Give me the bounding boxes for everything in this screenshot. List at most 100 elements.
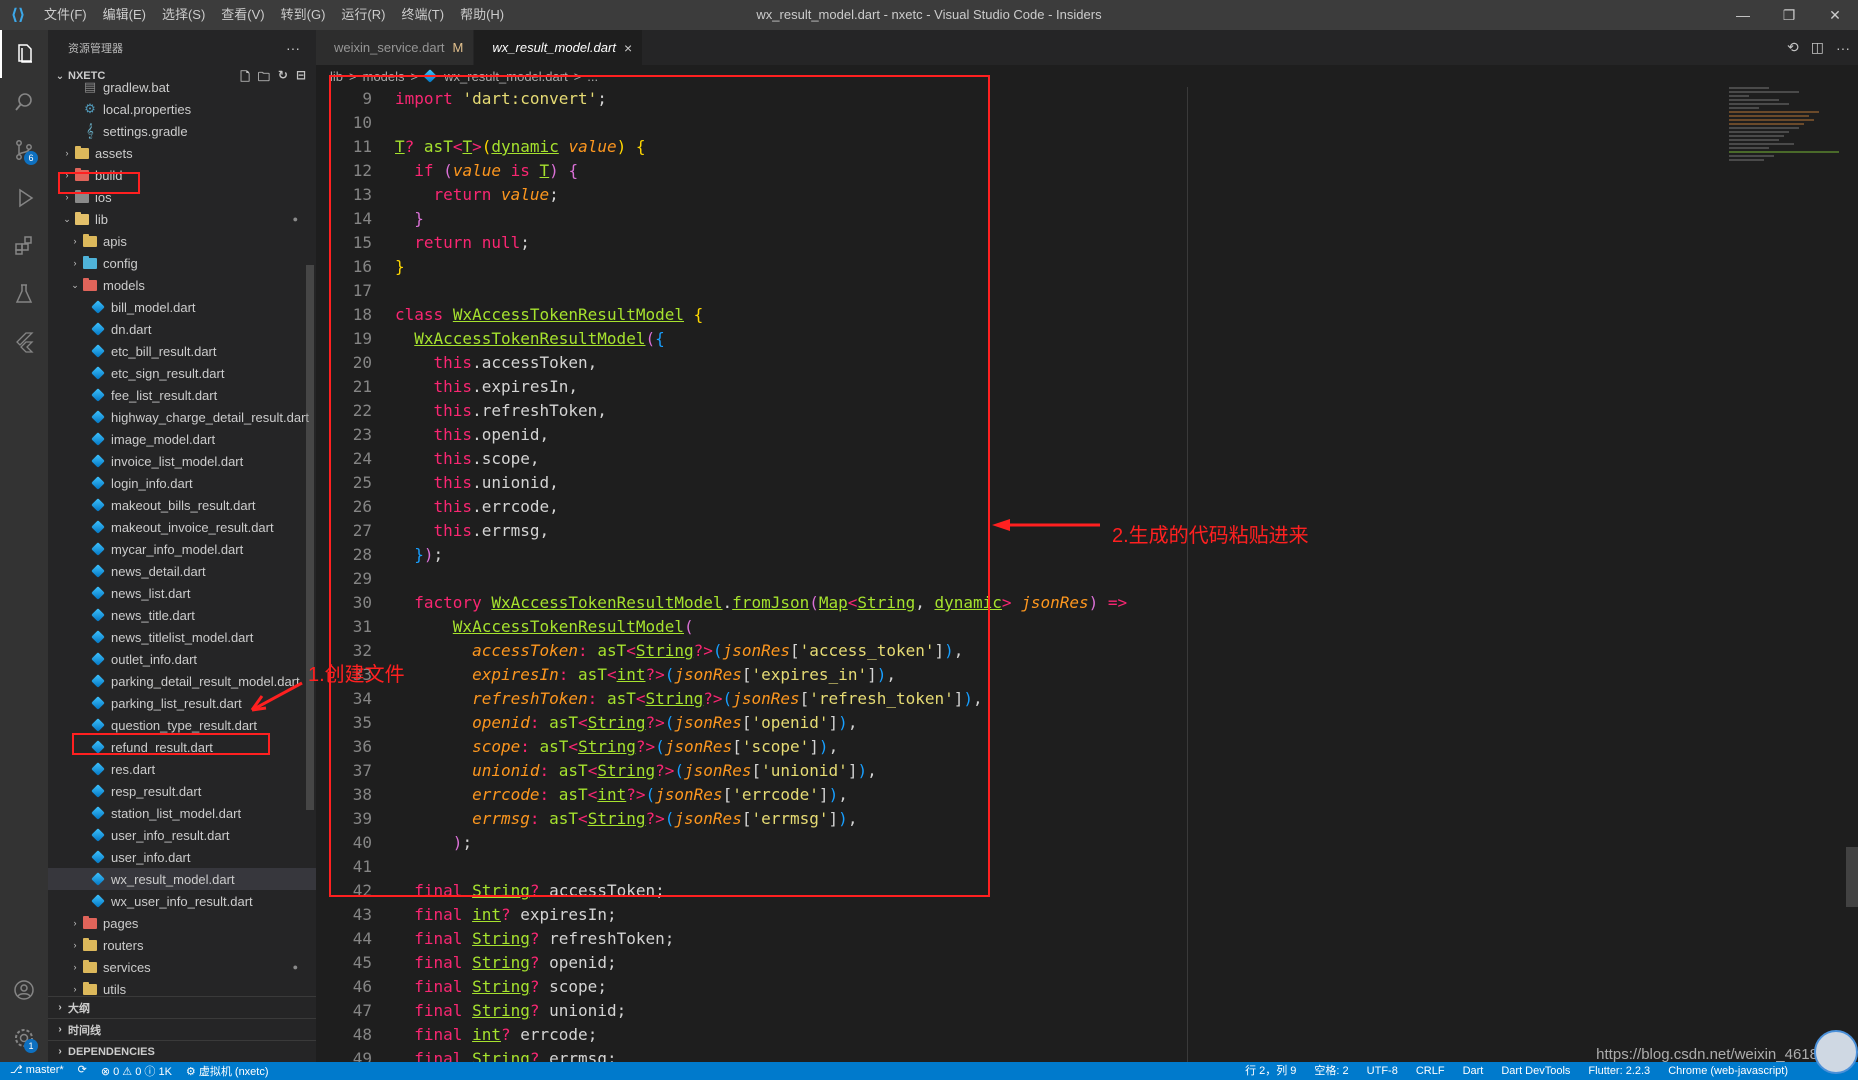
device-selector[interactable]: Chrome (web-javascript)	[1668, 1062, 1788, 1080]
tree-item[interactable]: outlet_info.dart	[48, 648, 316, 670]
tree-item[interactable]: news_titlelist_model.dart	[48, 626, 316, 648]
tree-item[interactable]: makeout_invoice_result.dart	[48, 516, 316, 538]
timeline-history-icon[interactable]: ⟲	[1787, 39, 1799, 56]
account-icon[interactable]	[0, 966, 48, 1014]
tree-item-label: etc_sign_result.dart	[111, 365, 225, 381]
tree-item[interactable]: › config	[48, 252, 316, 274]
tree-item-label: apis	[103, 233, 127, 249]
tree-item[interactable]: news_title.dart	[48, 604, 316, 626]
tree-item[interactable]: ▤ gradlew.bat	[48, 76, 316, 98]
editor-scrollbar[interactable]	[1846, 847, 1858, 907]
menu-item[interactable]: 运行(R)	[333, 0, 393, 30]
tree-item[interactable]: › routers	[48, 934, 316, 956]
dart-file-icon	[90, 498, 106, 512]
tree-item[interactable]: › utils	[48, 978, 316, 996]
more-actions-icon[interactable]: ···	[1836, 40, 1850, 56]
tree-item-label: mycar_info_model.dart	[111, 541, 244, 557]
more-actions-icon[interactable]: ···	[286, 40, 300, 56]
tree-item[interactable]: › assets	[48, 142, 316, 164]
tree-item[interactable]: ⌄ lib ●	[48, 208, 316, 230]
tree-item[interactable]: highway_charge_detail_result.dart	[48, 406, 316, 428]
dart-file-icon	[90, 322, 106, 336]
annotation-step1: 1.创建文件	[308, 664, 405, 686]
explorer-title: 资源管理器	[68, 42, 123, 55]
close-tab-icon[interactable]: ×	[624, 40, 632, 56]
search-icon[interactable]	[0, 78, 48, 126]
tree-item[interactable]: › apis	[48, 230, 316, 252]
run-debug-icon[interactable]	[0, 174, 48, 222]
sync-icon[interactable]: ⟳	[78, 1063, 87, 1079]
language-mode[interactable]: Dart	[1463, 1062, 1484, 1080]
menu-item[interactable]: 查看(V)	[213, 0, 272, 30]
menu-item[interactable]: 选择(S)	[154, 0, 213, 30]
menu-item[interactable]: 转到(G)	[273, 0, 334, 30]
tab-wx-result-model[interactable]: wx_result_model.dart ×	[474, 30, 644, 65]
tree-item[interactable]: etc_bill_result.dart	[48, 340, 316, 362]
tree-item[interactable]: 𝄞 settings.gradle	[48, 120, 316, 142]
menu-item[interactable]: 文件(F)	[36, 0, 95, 30]
tree-item-label: dn.dart	[111, 321, 152, 337]
flutter-icon[interactable]	[0, 318, 48, 366]
dart-devtools[interactable]: Dart DevTools	[1501, 1062, 1570, 1080]
restore-icon[interactable]: ❐	[1766, 0, 1812, 30]
tree-item[interactable]: bill_model.dart	[48, 296, 316, 318]
tree-item[interactable]: mycar_info_model.dart	[48, 538, 316, 560]
menu-item[interactable]: 终端(T)	[393, 0, 452, 30]
tree-item[interactable]: fee_list_result.dart	[48, 384, 316, 406]
tree-item[interactable]: dn.dart	[48, 318, 316, 340]
problems-status[interactable]: ⊗ 0 ⚠ 0 ⓘ 1K	[101, 1063, 172, 1079]
tree-item[interactable]: user_info.dart	[48, 846, 316, 868]
file-tree: ▤ gradlew.bat ⚙ local.properties 𝄞 settings.g…	[48, 76, 316, 996]
testing-flask-icon[interactable]	[0, 270, 48, 318]
flutter-version[interactable]: Flutter: 2.2.3	[1588, 1062, 1650, 1080]
tree-item-label: station_list_model.dart	[111, 805, 242, 821]
tree-item[interactable]: res.dart	[48, 758, 316, 780]
tree-item[interactable]: user_info_result.dart	[48, 824, 316, 846]
gradle-icon: 𝄞	[86, 123, 94, 138]
sidebar-section[interactable]: › 时间线	[48, 1018, 316, 1040]
tree-item-label: pages	[103, 915, 139, 931]
tree-item[interactable]: ⌄ models	[48, 274, 316, 296]
branch-status[interactable]: ⎇ master*	[10, 1063, 64, 1079]
tree-item[interactable]: invoice_list_model.dart	[48, 450, 316, 472]
source-control-icon[interactable]: 6	[0, 126, 48, 174]
tree-item[interactable]: wx_user_info_result.dart	[48, 890, 316, 912]
tree-item[interactable]: › services ●	[48, 956, 316, 978]
tree-item[interactable]: parking_detail_result_model.dart	[48, 670, 316, 692]
tree-item[interactable]: wx_result_model.dart	[48, 868, 316, 890]
settings-gear-icon[interactable]: 1	[0, 1014, 48, 1062]
tree-item[interactable]: › pages	[48, 912, 316, 934]
tree-item[interactable]: news_detail.dart	[48, 560, 316, 582]
chevron-right-icon: ›	[73, 962, 77, 972]
split-editor-icon[interactable]: ◫	[1811, 39, 1824, 56]
tree-item[interactable]: image_model.dart	[48, 428, 316, 450]
tree-item[interactable]: etc_sign_result.dart	[48, 362, 316, 384]
end-of-line[interactable]: CRLF	[1416, 1062, 1445, 1080]
sidebar-scrollbar[interactable]	[306, 265, 314, 810]
tree-item[interactable]: news_list.dart	[48, 582, 316, 604]
tree-item[interactable]: resp_result.dart	[48, 780, 316, 802]
tree-item[interactable]: station_list_model.dart	[48, 802, 316, 824]
highlight-lib-folder	[58, 172, 140, 194]
extensions-icon[interactable]	[0, 222, 48, 270]
indentation[interactable]: 空格: 2	[1314, 1062, 1348, 1080]
tree-item-label: login_info.dart	[111, 475, 193, 491]
explorer-icon[interactable]	[0, 30, 48, 78]
chevron-right-icon: ›	[73, 258, 77, 268]
sidebar-section[interactable]: › 大纲	[48, 996, 316, 1018]
cursor-position[interactable]: 行 2，列 9	[1245, 1062, 1296, 1080]
tree-item[interactable]: parking_list_result.dart	[48, 692, 316, 714]
menu-item[interactable]: 帮助(H)	[452, 0, 512, 30]
dart-file-icon	[90, 520, 106, 534]
tree-item[interactable]: makeout_bills_result.dart	[48, 494, 316, 516]
sidebar-section[interactable]: › DEPENDENCIES	[48, 1040, 316, 1062]
encoding[interactable]: UTF-8	[1367, 1062, 1398, 1080]
minimap[interactable]	[1729, 87, 1849, 227]
vm-status[interactable]: ⚙ 虚拟机 (nxetc)	[186, 1063, 269, 1079]
tree-item[interactable]: ⚙ local.properties	[48, 98, 316, 120]
tree-item[interactable]: login_info.dart	[48, 472, 316, 494]
tab-weixin-service[interactable]: weixin_service.dart M	[316, 30, 475, 65]
minimize-icon[interactable]: —	[1720, 0, 1766, 30]
close-window-icon[interactable]: ✕	[1812, 0, 1858, 30]
menu-item[interactable]: 编辑(E)	[95, 0, 154, 30]
